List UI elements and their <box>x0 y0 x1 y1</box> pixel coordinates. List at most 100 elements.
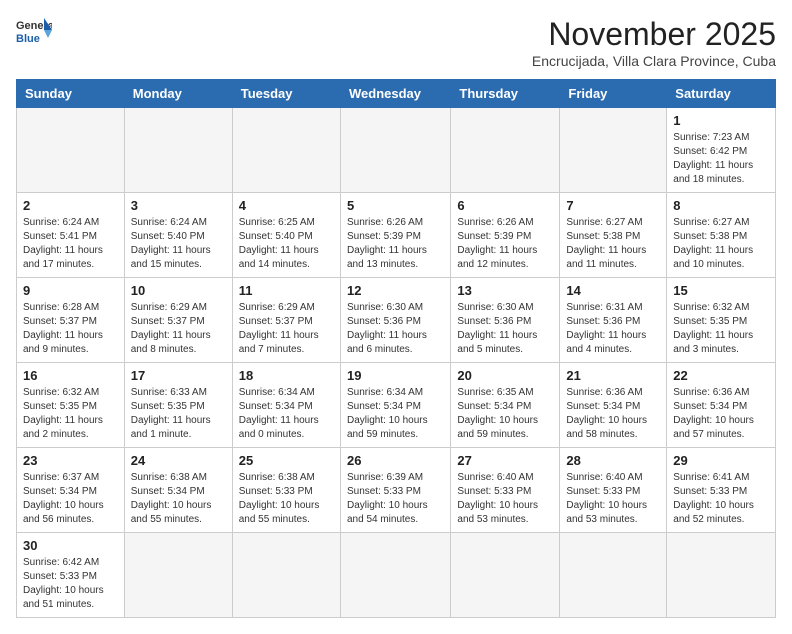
week-row-0: 1 Sunrise: 7:23 AM Sunset: 6:42 PM Daylig… <box>17 108 776 193</box>
day-number: 14 <box>566 283 660 298</box>
logo: General Blue <box>16 16 52 44</box>
calendar-cell: 25Sunrise: 6:38 AM Sunset: 5:33 PM Dayli… <box>232 448 340 533</box>
calendar-cell <box>17 108 125 193</box>
day-number: 3 <box>131 198 226 213</box>
day-number: 19 <box>347 368 444 383</box>
calendar-cell: 21 Sunrise: 6:36 AM Sunset: 5:34 PM Dayli… <box>560 363 667 448</box>
week-row-2: 9 Sunrise: 6:28 AM Sunset: 5:37 PM Daylig… <box>17 278 776 363</box>
calendar-cell: 14 Sunrise: 6:31 AM Sunset: 5:36 PM Dayli… <box>560 278 667 363</box>
calendar-cell <box>232 108 340 193</box>
day-info: Sunrise: 6:40 AM Sunset: 5:33 PM Dayligh… <box>566 471 660 527</box>
day-number: 8 <box>673 198 769 213</box>
generalblue-logo-icon: General Blue <box>16 16 52 44</box>
day-number: 15 <box>673 283 769 298</box>
day-number: 17 <box>131 368 226 383</box>
week-row-1: 2Sunrise: 6:24 AM Sunset: 5:41 PM Daylig… <box>17 193 776 278</box>
calendar-cell <box>560 533 667 618</box>
day-number: 7 <box>566 198 660 213</box>
day-info: Sunrise: 6:28 AM Sunset: 5:37 PM Dayligh… <box>23 301 118 357</box>
calendar-cell <box>124 533 232 618</box>
calendar-cell: 28 Sunrise: 6:40 AM Sunset: 5:33 PM Dayli… <box>560 448 667 533</box>
day-header-thursday: Thursday <box>451 80 560 108</box>
day-info: Sunrise: 6:34 AM Sunset: 5:34 PM Dayligh… <box>239 386 334 442</box>
calendar-cell: 20 Sunrise: 6:35 AM Sunset: 5:34 PM Dayli… <box>451 363 560 448</box>
calendar-cell <box>232 533 340 618</box>
calendar-cell: 30Sunrise: 6:42 AM Sunset: 5:33 PM Dayli… <box>17 533 125 618</box>
title-section: November 2025 Encrucijada, Villa Clara P… <box>532 16 776 69</box>
day-number: 9 <box>23 283 118 298</box>
day-info: Sunrise: 6:38 AM Sunset: 5:34 PM Dayligh… <box>131 471 226 527</box>
calendar-cell: 5 Sunrise: 6:26 AM Sunset: 5:39 PM Daylig… <box>340 193 450 278</box>
calendar-cell: 6 Sunrise: 6:26 AM Sunset: 5:39 PM Daylig… <box>451 193 560 278</box>
day-info: Sunrise: 6:32 AM Sunset: 5:35 PM Dayligh… <box>673 301 769 357</box>
day-number: 22 <box>673 368 769 383</box>
day-number: 26 <box>347 453 444 468</box>
day-info: Sunrise: 6:32 AM Sunset: 5:35 PM Dayligh… <box>23 386 118 442</box>
day-info: Sunrise: 6:34 AM Sunset: 5:34 PM Dayligh… <box>347 386 444 442</box>
calendar-cell: 2Sunrise: 6:24 AM Sunset: 5:41 PM Daylig… <box>17 193 125 278</box>
day-info: Sunrise: 7:23 AM Sunset: 6:42 PM Dayligh… <box>673 131 769 187</box>
calendar-cell: 7 Sunrise: 6:27 AM Sunset: 5:38 PM Daylig… <box>560 193 667 278</box>
day-number: 24 <box>131 453 226 468</box>
calendar-cell: 18 Sunrise: 6:34 AM Sunset: 5:34 PM Dayli… <box>232 363 340 448</box>
day-info: Sunrise: 6:36 AM Sunset: 5:34 PM Dayligh… <box>566 386 660 442</box>
day-number: 16 <box>23 368 118 383</box>
day-header-monday: Monday <box>124 80 232 108</box>
calendar-cell: 11 Sunrise: 6:29 AM Sunset: 5:37 PM Dayli… <box>232 278 340 363</box>
day-info: Sunrise: 6:27 AM Sunset: 5:38 PM Dayligh… <box>673 216 769 272</box>
day-number: 20 <box>457 368 553 383</box>
day-info: Sunrise: 6:25 AM Sunset: 5:40 PM Dayligh… <box>239 216 334 272</box>
header: General Blue November 2025 Encrucijada, … <box>16 16 776 69</box>
calendar-cell: 19 Sunrise: 6:34 AM Sunset: 5:34 PM Dayli… <box>340 363 450 448</box>
day-info: Sunrise: 6:27 AM Sunset: 5:38 PM Dayligh… <box>566 216 660 272</box>
calendar-cell: 13 Sunrise: 6:30 AM Sunset: 5:36 PM Dayli… <box>451 278 560 363</box>
day-number: 10 <box>131 283 226 298</box>
week-row-3: 16 Sunrise: 6:32 AM Sunset: 5:35 PM Dayli… <box>17 363 776 448</box>
calendar-cell: 22 Sunrise: 6:36 AM Sunset: 5:34 PM Dayli… <box>667 363 776 448</box>
day-header-wednesday: Wednesday <box>340 80 450 108</box>
day-number: 6 <box>457 198 553 213</box>
day-info: Sunrise: 6:30 AM Sunset: 5:36 PM Dayligh… <box>347 301 444 357</box>
week-row-5: 30Sunrise: 6:42 AM Sunset: 5:33 PM Dayli… <box>17 533 776 618</box>
day-info: Sunrise: 6:35 AM Sunset: 5:34 PM Dayligh… <box>457 386 553 442</box>
calendar-cell: 3 Sunrise: 6:24 AM Sunset: 5:40 PM Daylig… <box>124 193 232 278</box>
day-info: Sunrise: 6:29 AM Sunset: 5:37 PM Dayligh… <box>239 301 334 357</box>
day-number: 21 <box>566 368 660 383</box>
day-header-friday: Friday <box>560 80 667 108</box>
day-info: Sunrise: 6:26 AM Sunset: 5:39 PM Dayligh… <box>457 216 553 272</box>
day-number: 1 <box>673 113 769 128</box>
day-number: 11 <box>239 283 334 298</box>
day-number: 28 <box>566 453 660 468</box>
day-number: 30 <box>23 538 118 553</box>
calendar-cell <box>667 533 776 618</box>
day-info: Sunrise: 6:24 AM Sunset: 5:40 PM Dayligh… <box>131 216 226 272</box>
calendar-cell: 9 Sunrise: 6:28 AM Sunset: 5:37 PM Daylig… <box>17 278 125 363</box>
day-number: 4 <box>239 198 334 213</box>
day-info: Sunrise: 6:29 AM Sunset: 5:37 PM Dayligh… <box>131 301 226 357</box>
day-info: Sunrise: 6:24 AM Sunset: 5:41 PM Dayligh… <box>23 216 118 272</box>
day-number: 27 <box>457 453 553 468</box>
day-number: 13 <box>457 283 553 298</box>
day-number: 29 <box>673 453 769 468</box>
week-row-4: 23Sunrise: 6:37 AM Sunset: 5:34 PM Dayli… <box>17 448 776 533</box>
day-number: 18 <box>239 368 334 383</box>
day-number: 5 <box>347 198 444 213</box>
calendar-cell: 1 Sunrise: 7:23 AM Sunset: 6:42 PM Daylig… <box>667 108 776 193</box>
calendar-cell: 10 Sunrise: 6:29 AM Sunset: 5:37 PM Dayli… <box>124 278 232 363</box>
calendar-cell <box>124 108 232 193</box>
day-header-sunday: Sunday <box>17 80 125 108</box>
calendar-cell: 29Sunrise: 6:41 AM Sunset: 5:33 PM Dayli… <box>667 448 776 533</box>
day-info: Sunrise: 6:30 AM Sunset: 5:36 PM Dayligh… <box>457 301 553 357</box>
day-info: Sunrise: 6:26 AM Sunset: 5:39 PM Dayligh… <box>347 216 444 272</box>
calendar-cell: 17 Sunrise: 6:33 AM Sunset: 5:35 PM Dayli… <box>124 363 232 448</box>
calendar-cell <box>451 108 560 193</box>
day-info: Sunrise: 6:36 AM Sunset: 5:34 PM Dayligh… <box>673 386 769 442</box>
calendar-cell: 4 Sunrise: 6:25 AM Sunset: 5:40 PM Daylig… <box>232 193 340 278</box>
svg-text:Blue: Blue <box>16 33 40 44</box>
calendar-table: SundayMondayTuesdayWednesdayThursdayFrid… <box>16 79 776 618</box>
day-info: Sunrise: 6:40 AM Sunset: 5:33 PM Dayligh… <box>457 471 553 527</box>
day-info: Sunrise: 6:33 AM Sunset: 5:35 PM Dayligh… <box>131 386 226 442</box>
day-number: 23 <box>23 453 118 468</box>
calendar-cell <box>340 108 450 193</box>
day-info: Sunrise: 6:31 AM Sunset: 5:36 PM Dayligh… <box>566 301 660 357</box>
